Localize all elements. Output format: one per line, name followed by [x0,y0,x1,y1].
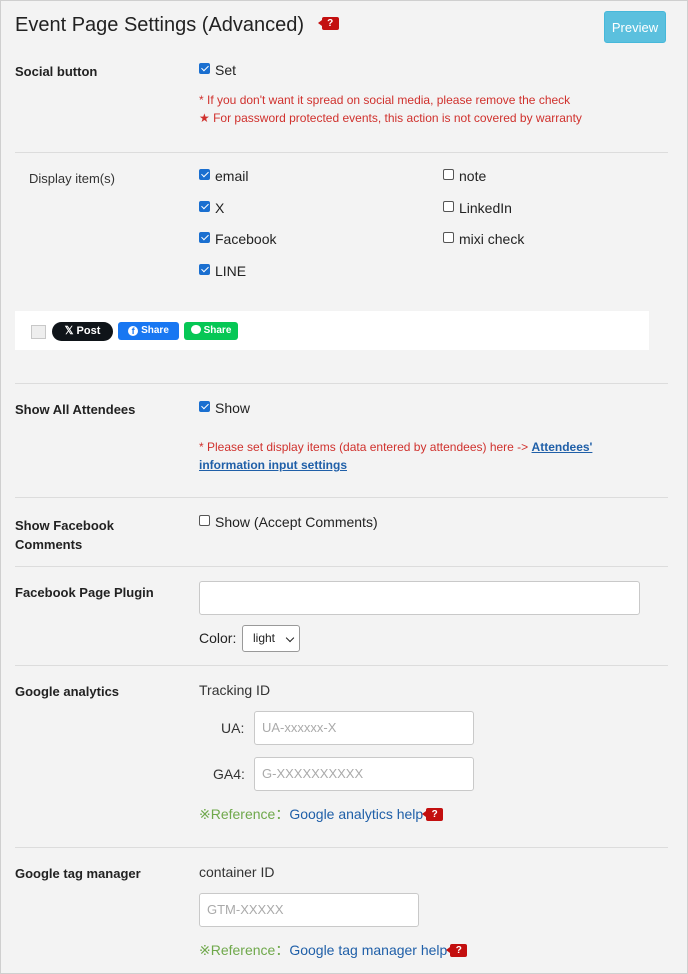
note-checkbox[interactable] [443,168,454,180]
mixi-text: mixi check [459,231,525,247]
attendees-input-settings-link-cont[interactable]: information input settings [199,456,347,474]
display-items-label: Display item(s) [29,171,115,186]
mixi-checkbox[interactable] [443,231,454,243]
fb-comments-text: Show (Accept Comments) [215,514,378,530]
display-item-mixi[interactable]: mixi check [443,231,524,247]
facebook-share-button[interactable]: f Share [118,322,179,340]
social-set-text: Set [215,62,237,78]
linkedin-text: LinkedIn [459,200,512,216]
line-share-button[interactable]: Share [184,322,238,340]
social-button-label: Social button [15,64,98,79]
email-text: email [215,168,249,184]
facebook-share-text: Share [141,325,169,336]
line-checkbox[interactable] [199,263,210,275]
fb-comments-label-line2: Comments [15,537,83,552]
x-checkbox[interactable] [199,200,210,212]
fb-comments-label: Show Facebook Comments [15,516,114,554]
ua-input[interactable]: UA-xxxxxx-X [254,711,474,745]
fb-comments-label-line1: Show Facebook [15,518,114,533]
x-logo-icon: 𝕏 [64,325,74,337]
social-note-2: ★ For password protected events, this ac… [199,111,582,125]
divider [15,497,668,498]
attendees-note-text: * Please set display items (data entered… [199,440,532,454]
divider [15,152,668,153]
fb-comments-option[interactable]: Show (Accept Comments) [199,514,378,530]
line-logo-icon [190,325,201,334]
gtm-reference: ※Reference：Google tag manager help? [199,940,468,960]
line-text: LINE [215,263,247,279]
show-attendees-checkbox[interactable] [199,400,210,412]
ga-reference-prefix: ※Reference： [199,806,290,822]
gtm-input[interactable]: GTM-XXXXX [199,893,419,927]
preview-button[interactable]: Preview [604,11,666,43]
page-title: Event Page Settings (Advanced) ? [15,14,339,37]
x-text: X [215,200,225,216]
gtm-help-icon[interactable]: ? [446,943,468,957]
ga4-input[interactable]: G-XXXXXXXXXX [254,757,474,791]
chevron-down-icon [285,633,295,643]
help-icon[interactable]: ? [317,17,339,31]
fb-page-plugin-input[interactable] [199,581,640,615]
display-item-email[interactable]: email [199,168,248,184]
ga-help-icon[interactable]: ? [422,807,444,821]
mail-icon[interactable] [31,325,46,339]
social-note-1: * If you don't want it spread on social … [199,93,571,107]
show-attendees-text: Show [215,400,251,416]
divider [15,383,668,384]
color-select-value: light [253,631,276,645]
container-id-label: container ID [199,864,275,880]
display-item-note[interactable]: note [443,168,486,184]
facebook-logo-icon: f [128,326,139,336]
note-text: note [459,168,487,184]
x-post-button[interactable]: 𝕏 Post [52,322,113,341]
settings-panel [0,0,688,974]
tracking-id-label: Tracking ID [199,682,271,698]
attendees-input-settings-link[interactable]: Attendees' [532,440,593,454]
ga-reference: ※Reference：Google analytics help? [199,804,444,824]
show-attendees-option[interactable]: Show [199,400,250,416]
social-set-option[interactable]: Set [199,62,236,78]
line-share-text: Share [203,325,232,336]
page-title-text: Event Page Settings (Advanced) [15,14,305,36]
x-post-text: Post [76,325,101,337]
divider [15,566,668,567]
google-tag-manager-label: Google tag manager [15,866,141,881]
display-item-linkedin[interactable]: LinkedIn [443,200,512,216]
divider [15,847,668,848]
show-attendees-label: Show All Attendees [15,402,136,417]
attendees-note: * Please set display items (data entered… [199,438,639,456]
google-analytics-label: Google analytics [15,684,120,699]
ga4-label: GA4: [213,766,245,782]
display-item-line[interactable]: LINE [199,263,246,279]
display-item-facebook[interactable]: Facebook [199,231,276,247]
share-preview-bar: 𝕏 Post f Share Share [15,311,649,350]
fb-page-plugin-label: Facebook Page Plugin [15,585,154,600]
gtm-help-link[interactable]: Google tag manager help [289,942,447,958]
ga-help-link[interactable]: Google analytics help [289,806,423,822]
gtm-reference-prefix: ※Reference： [199,942,290,958]
divider [15,665,668,666]
facebook-checkbox[interactable] [199,231,210,243]
social-set-checkbox[interactable] [199,62,210,74]
color-select[interactable]: light [242,625,300,652]
facebook-text: Facebook [215,231,277,247]
display-item-x[interactable]: X [199,200,224,216]
fb-comments-checkbox[interactable] [199,514,210,526]
color-label: Color: [199,630,237,646]
ua-label: UA: [221,720,245,736]
linkedin-checkbox[interactable] [443,200,454,212]
email-checkbox[interactable] [199,168,210,180]
